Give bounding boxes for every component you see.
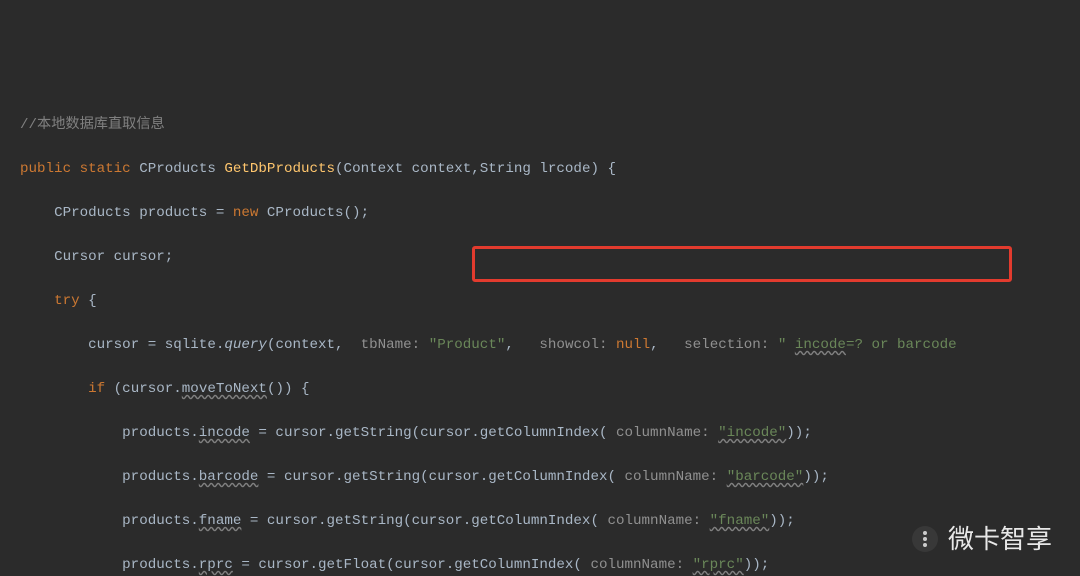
code-line: products.barcode = cursor.getString(curs… bbox=[0, 466, 1080, 488]
wechat-icon bbox=[912, 526, 938, 552]
code-line: //本地数据库直取信息 bbox=[0, 114, 1080, 136]
code-line: products.rprc = cursor.getFloat(cursor.g… bbox=[0, 554, 1080, 576]
comment: //本地数据库直取信息 bbox=[20, 117, 165, 133]
code-editor[interactable]: //本地数据库直取信息 public static CProducts GetD… bbox=[0, 88, 1080, 576]
code-line: if (cursor.moveToNext()) { bbox=[0, 378, 1080, 400]
code-line: Cursor cursor; bbox=[0, 246, 1080, 268]
code-line: products.incode = cursor.getString(curso… bbox=[0, 422, 1080, 444]
code-line: cursor = sqlite.query(context, tbName: "… bbox=[0, 334, 1080, 356]
code-line: CProducts products = new CProducts(); bbox=[0, 202, 1080, 224]
watermark: 微卡智享 bbox=[912, 526, 1052, 552]
code-line: try { bbox=[0, 290, 1080, 312]
code-line: public static CProducts GetDbProducts(Co… bbox=[0, 158, 1080, 180]
watermark-text: 微卡智享 bbox=[948, 528, 1052, 550]
